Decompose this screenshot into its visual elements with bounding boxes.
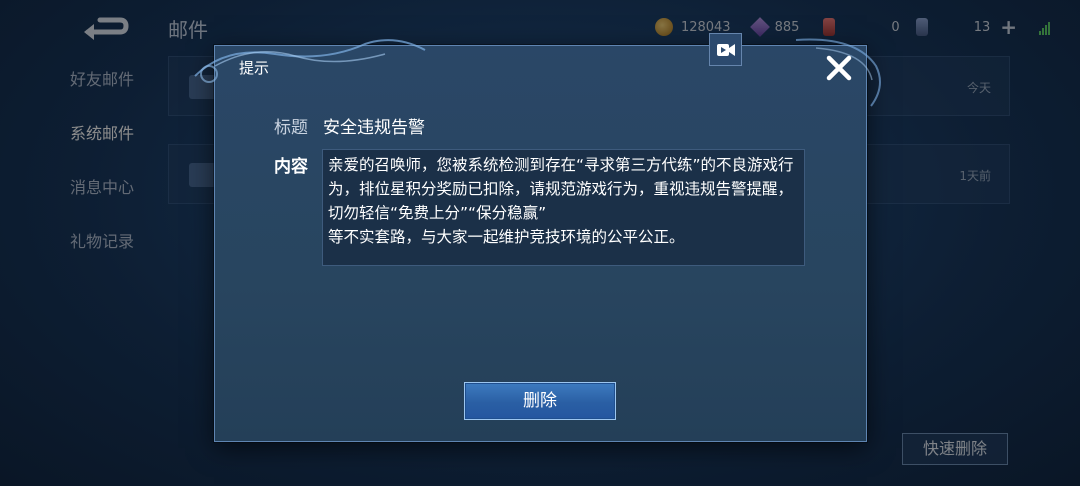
ticket-count: 0 — [891, 19, 900, 35]
content-text: 亲爱的召唤师，您被系统检测到存在“寻求第三方代练”的不良游戏行为，排位星积分奖励… — [322, 149, 805, 266]
card-icon — [915, 18, 928, 36]
level-count: 13 — [973, 19, 991, 35]
sidebar-item-friend-mail[interactable]: 好友邮件 — [0, 60, 155, 114]
subject-value: 安全违规告警 — [323, 118, 425, 138]
video-record-icon — [716, 43, 735, 56]
dialog-title: 提示 — [239, 59, 270, 77]
sidebar-item-message-center[interactable]: 消息中心 — [0, 168, 155, 222]
record-button[interactable] — [709, 33, 742, 66]
plus-icon[interactable]: + — [1000, 15, 1017, 39]
sidebar-item-system-mail[interactable]: 系统邮件 — [0, 114, 155, 168]
mail-detail-dialog: 提示 标题 安全违规告警 内容 亲爱的召唤师，您被系统检测到存在“寻求第三方代练… — [194, 33, 881, 442]
gold-coin-icon — [654, 18, 673, 36]
subject-label: 标题 — [274, 118, 308, 138]
ticket-icon — [823, 18, 836, 36]
mail-time: 今天 — [966, 81, 991, 95]
gem-icon — [749, 17, 770, 37]
close-button[interactable] — [821, 50, 857, 86]
delete-button[interactable]: 删除 — [464, 382, 616, 420]
sidebar-item-gift-record[interactable]: 礼物记录 — [0, 222, 155, 276]
gem-count: 885 — [774, 19, 800, 35]
quick-delete-button[interactable]: 快速删除 — [902, 433, 1008, 465]
content-label: 内容 — [274, 157, 308, 177]
mail-time: 1天前 — [959, 169, 991, 183]
mail-sidebar: 好友邮件 系统邮件 消息中心 礼物记录 — [0, 60, 155, 276]
close-icon — [826, 55, 852, 81]
dialog-header: 提示 — [215, 46, 866, 86]
signal-icon — [1039, 19, 1050, 35]
back-arrow-icon[interactable] — [80, 12, 130, 40]
